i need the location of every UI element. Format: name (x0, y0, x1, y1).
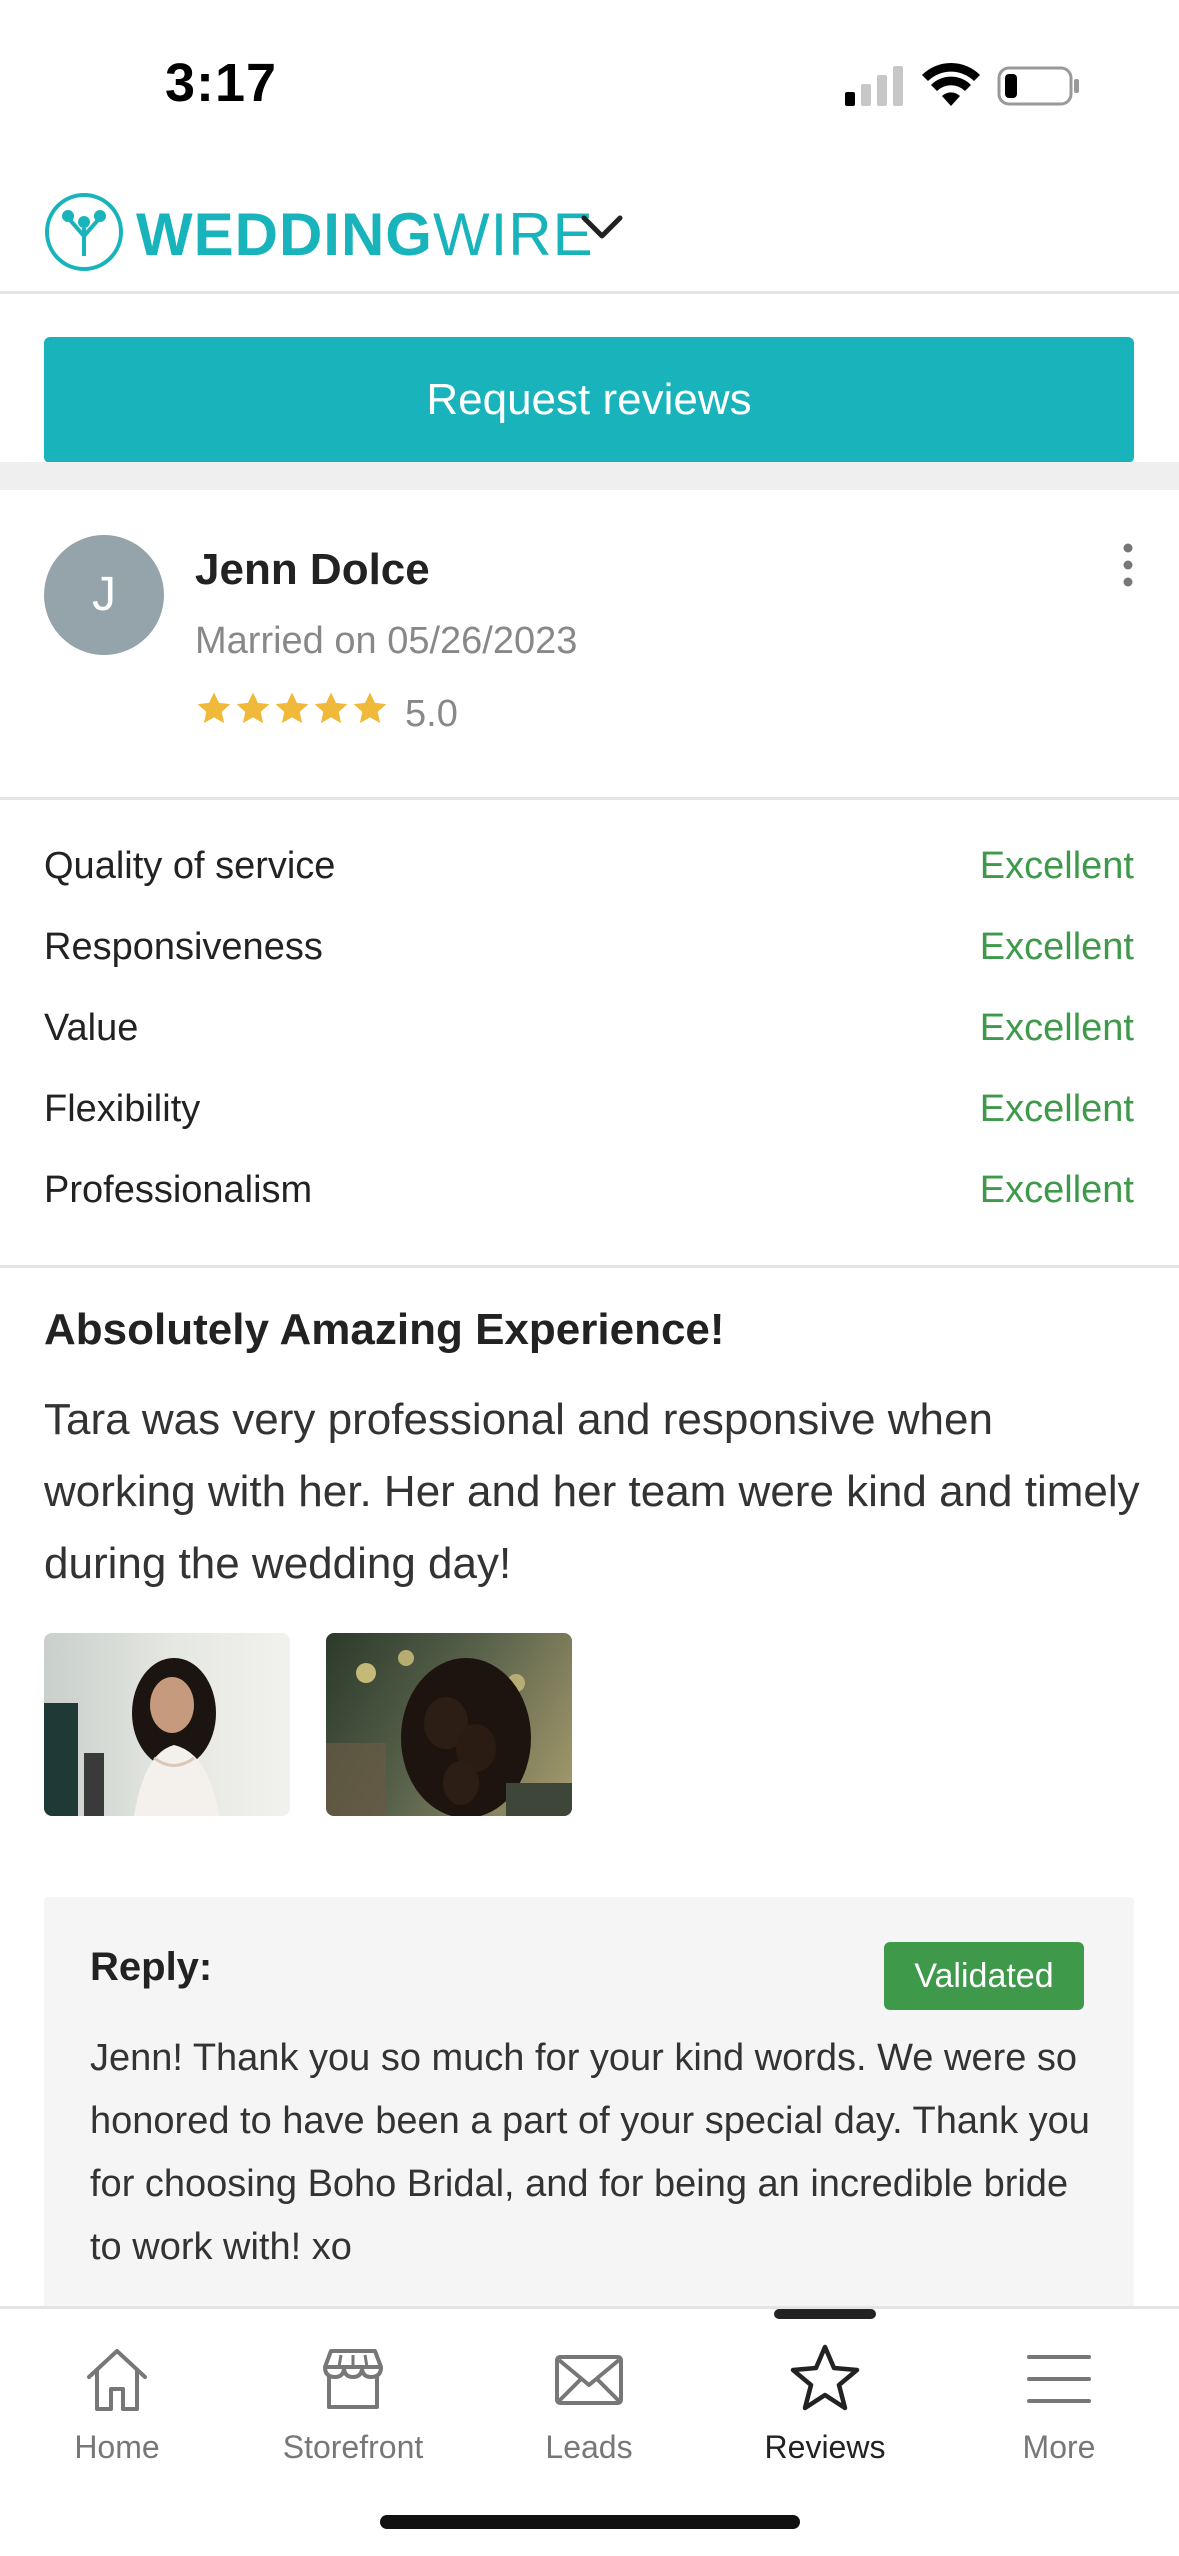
home-indicator[interactable] (380, 2515, 800, 2529)
star-rating (195, 690, 390, 728)
tab-storefront[interactable]: Storefront (253, 2333, 453, 2473)
avatar: J (44, 535, 164, 655)
home-icon (87, 2349, 147, 2411)
chevron-down-icon[interactable] (580, 212, 624, 242)
star-icon (314, 692, 348, 724)
star-icon (353, 692, 387, 724)
status-time: 3:17 (165, 53, 278, 113)
logo-light: WIRE (432, 201, 594, 268)
rating-criterion: Flexibility (44, 1088, 201, 1130)
reply-text: Jenn! Thank you so much for your kind wo… (90, 2037, 1090, 2268)
rating-breakdown: Quality of service Excellent Responsiven… (0, 800, 1179, 1268)
logo-bold: WEDDING (136, 201, 433, 268)
status-badge: Validated (884, 1942, 1084, 2010)
rating-row: Responsiveness Excellent (44, 926, 1134, 986)
review-photo[interactable] (326, 1633, 572, 1816)
tab-label: Leads (545, 2429, 633, 2465)
tab-label: Home (74, 2429, 160, 2465)
vendor-reply: Reply: Validated Jenn! Thank you so much… (44, 1897, 1134, 2317)
app-header: WEDDINGWIRE (0, 170, 1179, 294)
tab-label: Storefront (282, 2429, 424, 2465)
rating-row: Value Excellent (44, 1007, 1134, 1067)
rating-score: Excellent (979, 1007, 1134, 1049)
hairstyle-photo-image (326, 1650, 572, 1816)
star-icon (790, 2344, 860, 2411)
rating-value: 5.0 (405, 693, 458, 735)
tab-label: Reviews (764, 2429, 886, 2465)
rating-score: Excellent (979, 1088, 1134, 1130)
star-icon (275, 692, 309, 724)
rating-row: Quality of service Excellent (44, 845, 1134, 905)
tab-reviews[interactable]: Reviews (725, 2333, 925, 2473)
more-options-icon[interactable] (1110, 540, 1146, 590)
star-icon (197, 692, 231, 724)
battery-icon (997, 66, 1079, 106)
reviewer-card: J Jenn Dolce Married on 05/26/2023 5.0 (0, 490, 1179, 800)
request-reviews-section: Request reviews (0, 297, 1179, 463)
rating-row: Professionalism Excellent (44, 1169, 1134, 1229)
tab-more[interactable]: More (959, 2333, 1159, 2473)
tab-leads[interactable]: Leads (489, 2333, 689, 2473)
reviewer-name: Jenn Dolce (195, 545, 430, 594)
rating-score: Excellent (979, 926, 1134, 968)
tab-home[interactable]: Home (17, 2333, 217, 2473)
review-photo[interactable] (44, 1633, 290, 1816)
wifi-icon (922, 62, 980, 106)
rating-criterion: Value (44, 1007, 139, 1049)
rating-criterion: Responsiveness (44, 926, 323, 968)
rating-score: Excellent (979, 845, 1134, 887)
mail-icon (555, 2355, 623, 2405)
storefront-icon (323, 2349, 383, 2409)
rating-criterion: Professionalism (44, 1169, 313, 1211)
review-body: Tara was very professional and responsiv… (44, 1395, 1140, 1588)
tab-label: More (1022, 2429, 1096, 2465)
cellular-signal-icon (845, 66, 903, 106)
bride-photo-image (44, 1658, 219, 1816)
weddingwire-logo-icon (45, 193, 123, 271)
star-icon (236, 692, 270, 724)
married-date: Married on 05/26/2023 (195, 620, 578, 662)
brand-logo-text[interactable]: WEDDINGWIRE (136, 200, 594, 269)
rating-criterion: Quality of service (44, 845, 336, 887)
rating-score: Excellent (979, 1169, 1134, 1211)
section-divider (0, 462, 1179, 490)
rating-row: Flexibility Excellent (44, 1088, 1134, 1148)
review-title: Absolutely Amazing Experience! (44, 1305, 725, 1354)
active-tab-indicator (774, 2309, 876, 2319)
reply-label: Reply: (90, 1945, 213, 1989)
request-reviews-button[interactable]: Request reviews (44, 337, 1134, 463)
status-bar: 3:17 (0, 0, 1179, 170)
menu-icon (1027, 2355, 1091, 2403)
